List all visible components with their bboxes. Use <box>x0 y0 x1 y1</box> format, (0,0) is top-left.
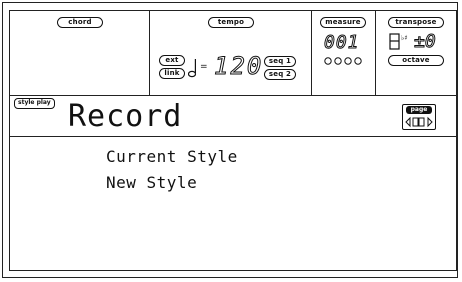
seq2-indicator: seq 2 <box>264 69 296 80</box>
measure-label: measure <box>320 17 366 28</box>
measure-cell: measure 001 <box>312 11 376 95</box>
page-title-bar: style play Record page <box>10 95 456 137</box>
page-arrows-icon <box>405 116 433 128</box>
chord-label: chord <box>57 17 103 28</box>
section-tag: style play <box>14 98 55 109</box>
page-selector[interactable]: page <box>402 104 436 130</box>
link-indicator: link <box>159 68 185 79</box>
transpose-sharp-flat-icon: ♭♯ <box>389 33 408 50</box>
tempo-cell: tempo ext link = 120 seq 1 seq 2 <box>150 11 312 95</box>
tempo-label: tempo <box>208 17 254 28</box>
tempo-value: 120 <box>213 52 264 81</box>
page-label: page <box>406 106 432 114</box>
transpose-label: transpose <box>388 17 444 28</box>
svg-text:♭♯: ♭♯ <box>401 34 408 42</box>
display-frame: chord tempo ext link = 120 seq 1 seq 2 m… <box>2 2 458 278</box>
measure-value: 001 <box>324 32 360 54</box>
tempo-equals: = <box>200 62 208 72</box>
octave-label: octave <box>388 55 444 66</box>
display-screen: chord tempo ext link = 120 seq 1 seq 2 m… <box>9 10 457 271</box>
menu-item-new-style[interactable]: New Style <box>106 173 197 192</box>
transpose-cell: transpose ♭♯ ±0 octave <box>376 11 456 95</box>
menu-item-current-style[interactable]: Current Style <box>106 147 238 166</box>
ext-indicator: ext <box>159 55 185 66</box>
chord-cell: chord <box>10 11 150 95</box>
beat-indicator-dots <box>324 57 362 65</box>
transpose-value: ±0 <box>414 31 437 53</box>
page-title: Record <box>68 99 183 134</box>
seq1-indicator: seq 1 <box>264 56 296 67</box>
